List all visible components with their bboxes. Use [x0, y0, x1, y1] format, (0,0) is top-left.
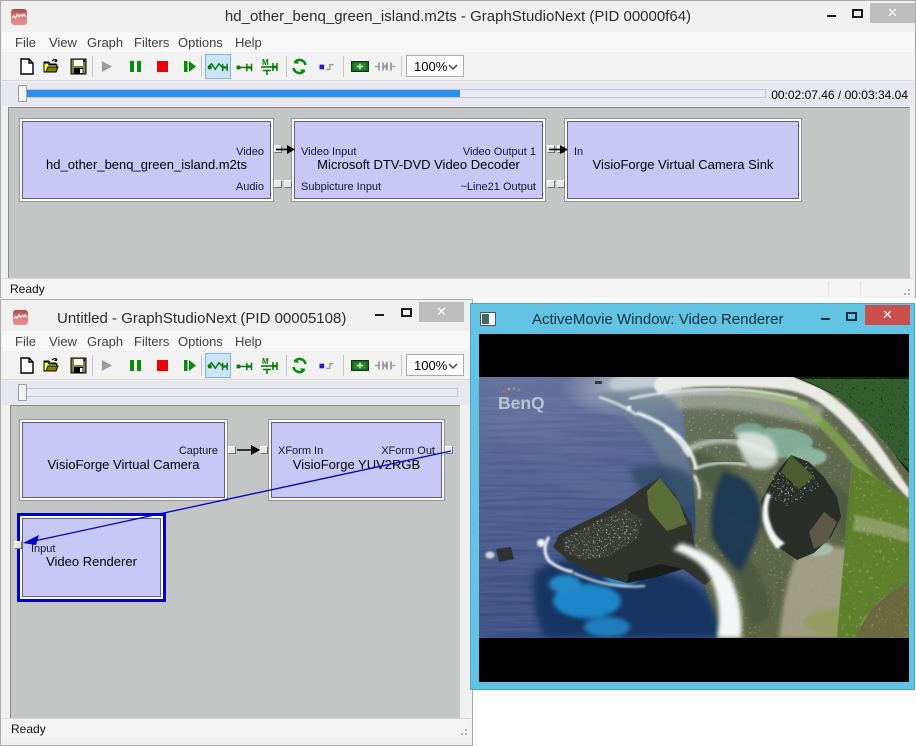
svg-text:BenQ: BenQ [498, 393, 545, 413]
